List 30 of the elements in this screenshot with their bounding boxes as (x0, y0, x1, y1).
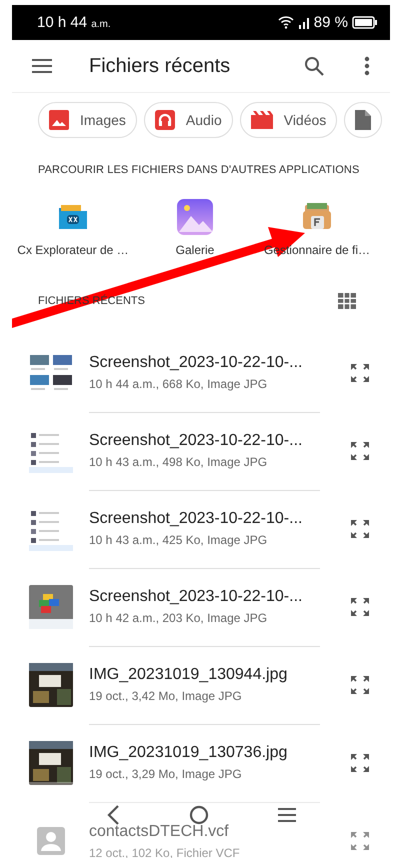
app-label[interactable]: Galerie (176, 243, 214, 257)
file-details: 19 oct., 3,29 Mo, Image JPG (89, 767, 242, 781)
file-name: IMG_20231019_130944.jpg (89, 666, 288, 684)
file-row[interactable]: Screenshot_2023-10-22-10-... 10 h 42 a.m., 203 Ko, Image JPG (12, 568, 390, 646)
category-chip[interactable]: Vidéos (240, 102, 338, 138)
file-name: contactsDTECH.vcf (89, 822, 229, 840)
file-row[interactable]: Screenshot_2023-10-22-10-... 10 h 44 a.m., 668 Ko, Image JPG (12, 334, 390, 412)
file-name: Screenshot_2023-10-22-10-... (89, 354, 302, 372)
category-chip[interactable]: Images (38, 102, 137, 138)
app-title: Fichiers récents (89, 54, 232, 78)
file-row[interactable]: IMG_20231019_130736.jpg 19 oct., 3,29 Mo, Image JPG (12, 724, 390, 802)
file-details: 10 h 44 a.m., 668 Ko, Image JPG (89, 377, 268, 391)
file-name: Screenshot_2023-10-22-10-... (89, 432, 302, 450)
file-name: Screenshot_2023-10-22-10-... (89, 588, 302, 606)
file-row[interactable]: Screenshot_2023-10-22-10-... 10 h 43 a.m., 498 Ko, Image JPG (12, 412, 390, 490)
battery-percent: 89 % (314, 14, 348, 31)
file-details: 12 oct., 102 Ko, Fichier VCF (89, 846, 240, 858)
file-details: 19 oct., 3,42 Mo, Image JPG (89, 689, 242, 703)
file-details: 10 h 43 a.m., 498 Ko, Image JPG (89, 455, 268, 469)
status-time: 10 h 44 a.m. (37, 14, 111, 31)
category-chip[interactable]: Audio (144, 102, 233, 138)
file-name: Screenshot_2023-10-22-10-... (89, 510, 302, 528)
file-row[interactable]: contactsDTECH.vcf 12 oct., 102 Ko, Fichier VCF (12, 802, 390, 858)
file-row[interactable]: Screenshot_2023-10-22-10-... 10 h 43 a.m., 425 Ko, Image JPG (12, 490, 390, 568)
app-label[interactable]: Cx Explorateur de … (17, 243, 129, 257)
file-row[interactable]: IMG_20231019_130944.jpg 19 oct., 3,42 Mo, Image JPG (12, 646, 390, 724)
file-details: 10 h 42 a.m., 203 Ko, Image JPG (89, 611, 268, 625)
section-heading: PARCOURIR LES FICHIERS DANS D'AUTRES APPLICATIONS (37, 163, 360, 176)
file-name: IMG_20231019_130736.jpg (89, 744, 288, 762)
file-details: 10 h 43 a.m., 425 Ko, Image JPG (89, 533, 268, 547)
